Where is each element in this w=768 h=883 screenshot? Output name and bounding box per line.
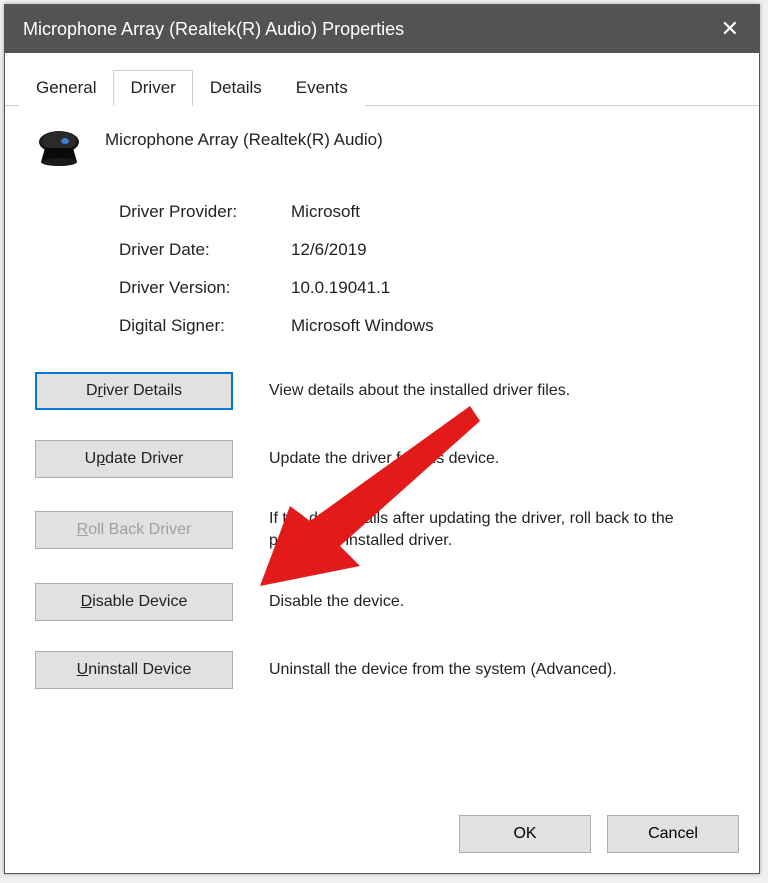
close-icon[interactable]: ✕ [715, 16, 745, 42]
rollback-driver-button: Roll Back Driver [35, 511, 233, 549]
date-value: 12/6/2019 [291, 240, 729, 260]
tab-events[interactable]: Events [279, 70, 365, 106]
cancel-button[interactable]: Cancel [607, 815, 739, 853]
tab-details[interactable]: Details [193, 70, 279, 106]
disable-device-desc: Disable the device. [269, 591, 729, 613]
action-row-update: Update Driver Update the driver for this… [35, 440, 729, 478]
update-driver-desc: Update the driver for this device. [269, 448, 729, 470]
tab-content: Microphone Array (Realtek(R) Audio) Driv… [5, 106, 759, 801]
action-row-rollback: Roll Back Driver If the device fails aft… [35, 508, 729, 553]
signer-value: Microsoft Windows [291, 316, 729, 336]
window-title: Microphone Array (Realtek(R) Audio) Prop… [23, 19, 404, 40]
dialog-footer: OK Cancel [5, 801, 759, 873]
version-value: 10.0.19041.1 [291, 278, 729, 298]
uninstall-device-button[interactable]: Uninstall Device [35, 651, 233, 689]
action-row-disable: Disable Device Disable the device. [35, 583, 729, 621]
device-header: Microphone Array (Realtek(R) Audio) [35, 128, 729, 168]
provider-value: Microsoft [291, 202, 729, 222]
disable-device-button[interactable]: Disable Device [35, 583, 233, 621]
driver-actions: Driver Details View details about the in… [35, 372, 729, 689]
action-row-details: Driver Details View details about the in… [35, 372, 729, 410]
signer-label: Digital Signer: [119, 316, 291, 336]
tab-general[interactable]: General [19, 70, 113, 106]
driver-info: Driver Provider: Microsoft Driver Date: … [119, 202, 729, 336]
update-driver-button[interactable]: Update Driver [35, 440, 233, 478]
titlebar: Microphone Array (Realtek(R) Audio) Prop… [5, 5, 759, 53]
date-label: Driver Date: [119, 240, 291, 260]
tab-strip: General Driver Details Events [5, 53, 759, 106]
version-label: Driver Version: [119, 278, 291, 298]
device-name: Microphone Array (Realtek(R) Audio) [105, 128, 383, 150]
rollback-driver-desc: If the device fails after updating the d… [269, 508, 729, 553]
ok-button[interactable]: OK [459, 815, 591, 853]
uninstall-device-desc: Uninstall the device from the system (Ad… [269, 659, 729, 681]
driver-details-desc: View details about the installed driver … [269, 380, 729, 402]
webcam-icon [35, 128, 83, 168]
driver-details-button[interactable]: Driver Details [35, 372, 233, 410]
tab-driver[interactable]: Driver [113, 70, 192, 106]
action-row-uninstall: Uninstall Device Uninstall the device fr… [35, 651, 729, 689]
properties-dialog: Microphone Array (Realtek(R) Audio) Prop… [4, 4, 760, 874]
provider-label: Driver Provider: [119, 202, 291, 222]
